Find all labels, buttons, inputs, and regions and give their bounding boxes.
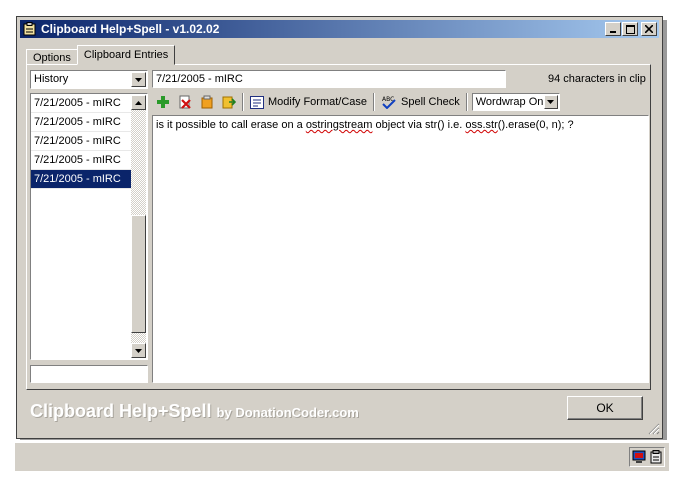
list-item[interactable]: 7/21/2005 - mIRC bbox=[31, 94, 134, 113]
history-combo-arrow[interactable] bbox=[131, 72, 146, 87]
resize-grip-icon[interactable] bbox=[648, 423, 660, 435]
chevron-down-icon bbox=[135, 77, 142, 82]
system-tray bbox=[629, 447, 665, 467]
clip-text-part: object via str() i.e. bbox=[372, 119, 466, 131]
history-combo[interactable]: History bbox=[30, 70, 148, 89]
editor-toolbar: Modify Format/Case ABC Spell Check Wordw… bbox=[152, 91, 560, 113]
tab-options-label: Options bbox=[33, 52, 71, 64]
history-combo-value: History bbox=[34, 73, 69, 85]
clip-text-editor[interactable]: is it possible to call erase on a ostrin… bbox=[152, 115, 649, 383]
format-icon bbox=[250, 95, 264, 109]
clipboard-tray-icon[interactable] bbox=[649, 450, 663, 464]
modify-format-label: Modify Format/Case bbox=[268, 96, 368, 108]
delete-entry-button[interactable] bbox=[174, 91, 196, 113]
brand-banner: Clipboard Help+Spell by DonationCoder.co… bbox=[30, 401, 359, 422]
add-icon bbox=[157, 96, 169, 108]
minimize-icon bbox=[610, 31, 616, 33]
wordwrap-value: Wordwrap On bbox=[475, 96, 544, 108]
clip-text-part: is it possible to call erase on a bbox=[156, 119, 306, 131]
arrow-up-icon bbox=[135, 100, 142, 105]
toolbar-separator bbox=[242, 93, 244, 111]
toolbar-separator bbox=[373, 93, 376, 111]
window-title: Clipboard Help+Spell - v1.02.02 bbox=[41, 22, 220, 36]
scroll-thumb[interactable] bbox=[131, 215, 146, 333]
title-bar[interactable]: Clipboard Help+Spell - v1.02.02 bbox=[20, 20, 659, 38]
brand-name: Clipboard Help+Spell bbox=[30, 401, 212, 421]
tab-strip: Options Clipboard Entries bbox=[26, 45, 176, 65]
entries-scrollbar[interactable] bbox=[131, 95, 146, 358]
list-item[interactable]: 7/21/2005 - mIRC bbox=[31, 170, 134, 189]
entries-list[interactable]: 7/21/2005 - mIRC 7/21/2005 - mIRC 7/21/200… bbox=[30, 93, 148, 360]
modify-format-button[interactable]: Modify Format/Case bbox=[246, 91, 371, 113]
clipboard-app-icon bbox=[23, 22, 36, 36]
misspelled-word[interactable]: oss.str bbox=[465, 119, 497, 131]
list-item[interactable]: 7/21/2005 - mIRC bbox=[31, 132, 134, 151]
brand-by-line: by DonationCoder.com bbox=[216, 405, 359, 420]
ok-button[interactable]: OK bbox=[567, 396, 643, 420]
filter-input[interactable] bbox=[30, 365, 148, 383]
tab-options[interactable]: Options bbox=[26, 49, 78, 65]
clipboard-icon bbox=[201, 95, 213, 109]
close-button[interactable] bbox=[641, 22, 657, 36]
monitor-tray-icon[interactable] bbox=[632, 450, 646, 464]
paste-icon bbox=[222, 96, 236, 109]
clipboard-copy-button[interactable] bbox=[196, 91, 218, 113]
maximize-button[interactable] bbox=[622, 22, 638, 36]
close-icon bbox=[645, 25, 653, 33]
chevron-down-icon bbox=[547, 100, 555, 104]
ok-button-label: OK bbox=[596, 401, 614, 415]
delete-icon bbox=[179, 95, 191, 109]
spell-check-label: Spell Check bbox=[401, 96, 460, 108]
wordwrap-combo-arrow[interactable] bbox=[543, 95, 558, 109]
entry-title-field[interactable]: 7/21/2005 - mIRC bbox=[152, 70, 506, 88]
spell-check-button[interactable]: ABC Spell Check bbox=[377, 91, 464, 113]
paste-button[interactable] bbox=[218, 91, 240, 113]
taskbar bbox=[15, 442, 669, 471]
list-item[interactable]: 7/21/2005 - mIRC bbox=[31, 151, 134, 170]
clip-text-part: ().erase(0, n); ? bbox=[497, 119, 574, 131]
maximize-icon bbox=[625, 24, 635, 34]
list-item[interactable]: 7/21/2005 - mIRC bbox=[31, 113, 134, 132]
arrow-down-icon bbox=[135, 348, 142, 353]
tab-clipboard-entries[interactable]: Clipboard Entries bbox=[76, 45, 176, 65]
wordwrap-combo[interactable]: Wordwrap On bbox=[471, 93, 560, 111]
scroll-down-button[interactable] bbox=[131, 343, 146, 358]
minimize-button[interactable] bbox=[605, 22, 621, 36]
scroll-up-button[interactable] bbox=[131, 95, 146, 110]
tab-clipboard-entries-label: Clipboard Entries bbox=[83, 49, 169, 61]
spell-check-icon: ABC bbox=[382, 96, 396, 109]
misspelled-word[interactable]: ostringstream bbox=[306, 119, 373, 131]
toolbar-separator bbox=[465, 93, 468, 111]
entries-list-items: 7/21/2005 - mIRC 7/21/2005 - mIRC 7/21/200… bbox=[31, 94, 147, 189]
add-entry-button[interactable] bbox=[152, 91, 174, 113]
char-count-label: 94 characters in clip bbox=[548, 73, 646, 85]
